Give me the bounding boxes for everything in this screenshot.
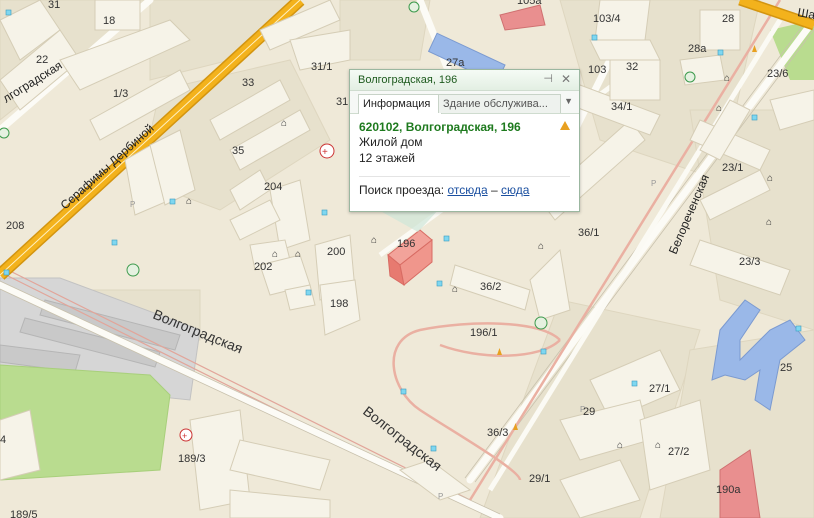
- house-number-label: 204: [264, 181, 282, 193]
- route-label: Поиск проезда:: [359, 183, 445, 197]
- house-number-label: 32: [626, 61, 638, 73]
- pin-icon[interactable]: ⊣: [543, 72, 553, 85]
- info-popup[interactable]: Волгоградская, 196 ⊣ ✕ Информация Здание…: [349, 69, 580, 212]
- house-icon: ⌂: [716, 103, 722, 114]
- house-number-label: 208: [6, 220, 24, 232]
- house-number-label: 105а: [517, 0, 542, 7]
- address-text: 620102, Волгоградская, 196: [359, 120, 521, 134]
- house-number-label: 196: [397, 238, 415, 250]
- popup-tabs: Информация Здание обслужива... ▼: [350, 91, 579, 114]
- house-number-label: 103/4: [593, 13, 621, 25]
- house-number-label: 1/3: [113, 88, 128, 100]
- svg-text:P: P: [651, 179, 656, 188]
- house-number-label: 23/6: [767, 68, 788, 80]
- tab-information[interactable]: Информация: [358, 94, 442, 114]
- house-number-label: 36/3: [487, 427, 508, 439]
- house-number-label: 31: [48, 0, 60, 11]
- route-from-link[interactable]: отсюда: [447, 183, 487, 197]
- house-icon: ⌂: [295, 249, 301, 260]
- route-to-link[interactable]: сюда: [501, 183, 529, 197]
- house-number-label: 34/1: [611, 101, 632, 113]
- house-number-label: 4: [0, 434, 6, 446]
- house-icon: ⌂: [766, 217, 772, 228]
- house-icon: ⌂: [617, 440, 623, 451]
- popup-titlebar: Волгоградская, 196 ⊣ ✕: [350, 70, 579, 91]
- svg-text:+: +: [182, 431, 187, 441]
- house-number-label: 196/1: [470, 327, 498, 339]
- house-number-label: 190а: [716, 484, 741, 496]
- building-type: Жилой дом: [359, 135, 423, 149]
- house-number-label: 28а: [688, 43, 707, 55]
- route-search: Поиск проезда: отсюда – сюда: [359, 176, 570, 197]
- house-icon: ⌂: [767, 173, 773, 184]
- house-icon: ⌂: [452, 284, 458, 295]
- house-icon: ⌂: [655, 440, 661, 451]
- house-number-label: 27/2: [668, 446, 689, 458]
- house-number-label: 35: [232, 145, 244, 157]
- building-floors: 12 этажей: [359, 151, 415, 165]
- house-number-label: 23/1: [722, 162, 743, 174]
- house-number-label: 28: [722, 13, 734, 25]
- house-number-label: 27/1: [649, 383, 670, 395]
- house-number-label: 36/2: [480, 281, 501, 293]
- house-number-label: 103: [588, 64, 606, 76]
- house-number-label: 31/1: [311, 61, 332, 73]
- house-number-label: 27а: [446, 57, 465, 69]
- route-dash: –: [490, 183, 498, 197]
- house-number-label: 36/1: [578, 227, 599, 239]
- house-number-label: 200: [327, 246, 345, 258]
- close-icon[interactable]: ✕: [561, 72, 571, 86]
- warning-icon[interactable]: [560, 121, 570, 130]
- house-icon: ⌂: [281, 118, 287, 129]
- house-number-label: 25: [780, 362, 792, 374]
- house-number-label: 31: [336, 96, 348, 108]
- house-number-label: 189/5: [10, 509, 38, 518]
- house-icon: ⌂: [538, 241, 544, 252]
- chevron-down-icon[interactable]: ▼: [564, 96, 573, 106]
- house-icon: ⌂: [371, 235, 377, 246]
- address-heading: 620102, Волгоградская, 196: [359, 120, 570, 134]
- popup-title: Волгоградская, 196: [358, 74, 458, 86]
- house-number-label: 198: [330, 298, 348, 310]
- house-number-label: 18: [103, 15, 115, 27]
- svg-text:P: P: [130, 200, 135, 209]
- house-number-label: 23/3: [739, 256, 760, 268]
- tab-building-service[interactable]: Здание обслужива...: [438, 94, 561, 113]
- popup-content: 620102, Волгоградская, 196 Жилой дом 12 …: [350, 114, 579, 197]
- house-icon: ⌂: [272, 249, 278, 260]
- svg-text:P: P: [438, 492, 443, 501]
- svg-text:+: +: [322, 147, 328, 158]
- house-number-label: 202: [254, 261, 272, 273]
- house-number-label: 189/3: [178, 453, 206, 465]
- house-number-label: 33: [242, 77, 254, 89]
- house-icon: ⌂: [724, 73, 730, 84]
- house-icon: ⌂: [186, 196, 192, 207]
- house-number-label: 29: [583, 406, 595, 418]
- house-number-label: 29/1: [529, 473, 550, 485]
